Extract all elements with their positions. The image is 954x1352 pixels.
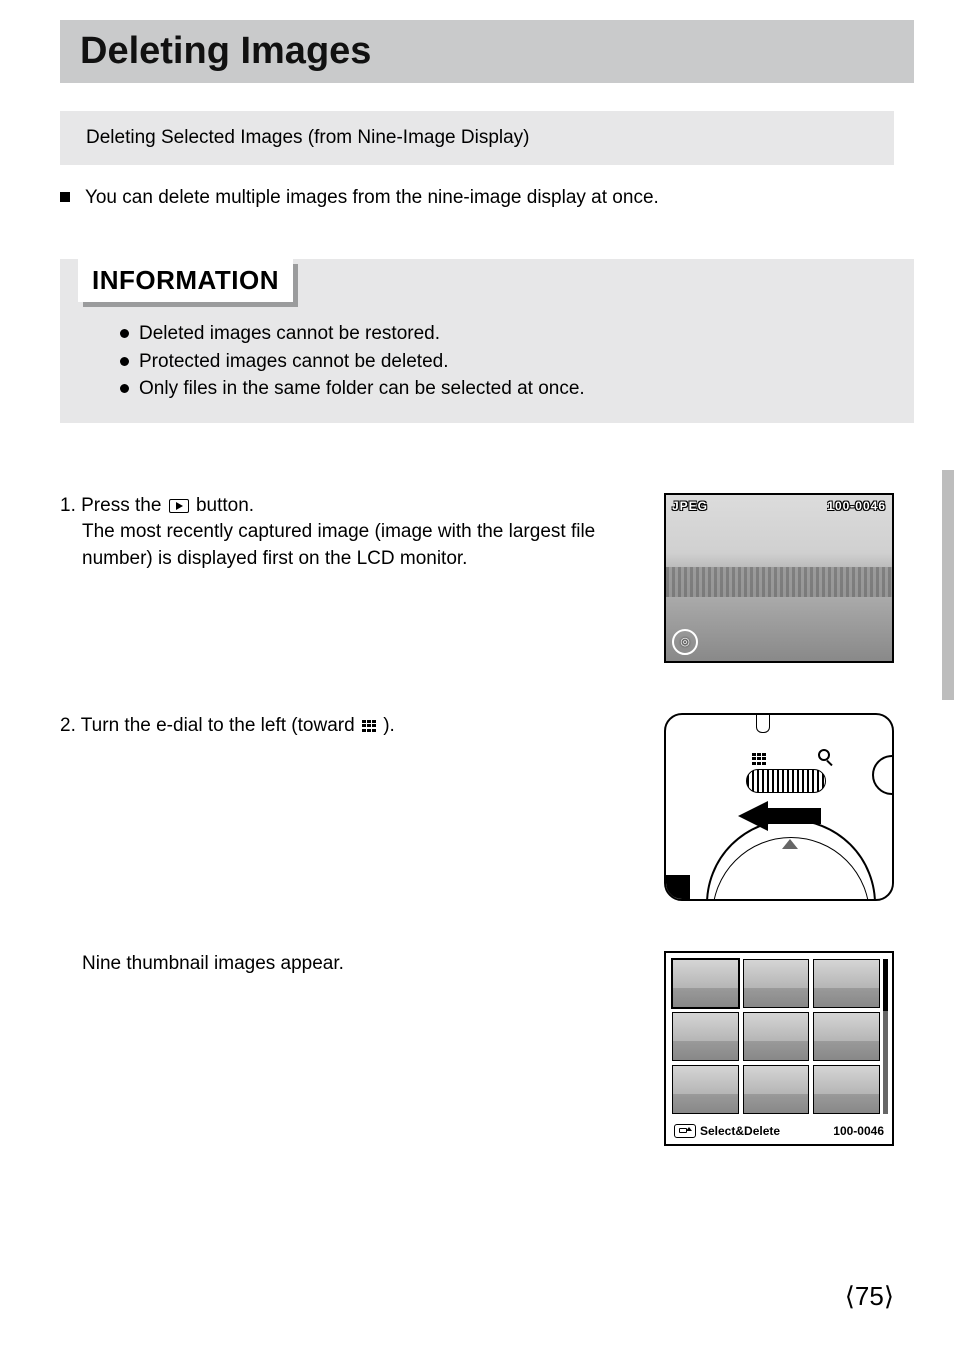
thumbnail-cell bbox=[672, 1012, 739, 1061]
nine-file-number: 100-0046 bbox=[833, 1124, 884, 1138]
trash-button-icon bbox=[674, 1124, 696, 1138]
thumbnail-cell bbox=[813, 959, 880, 1008]
step-2: 2. Turn the e-dial to the left (toward )… bbox=[60, 713, 894, 901]
lcd-preview: JPEG 100-0046 ◎ bbox=[664, 493, 894, 663]
thumbnail-cell bbox=[813, 1065, 880, 1114]
thumbnail-cell bbox=[813, 1012, 880, 1061]
information-heading-wrap: INFORMATION bbox=[78, 259, 293, 302]
step-2-figure bbox=[664, 713, 894, 901]
step-1-detail: The most recently captured image (image … bbox=[82, 519, 644, 572]
e-dial-wheel bbox=[746, 769, 826, 793]
playback-button-icon bbox=[169, 499, 189, 513]
bracket-right-icon: ⟩ bbox=[884, 1282, 894, 1311]
information-block: INFORMATION Deleted images cannot be res… bbox=[60, 259, 914, 423]
diagram-top-notch bbox=[756, 713, 770, 733]
section-subtitle: Deleting Selected Images (from Nine-Imag… bbox=[60, 111, 894, 165]
lcd-format-label: JPEG bbox=[672, 499, 708, 513]
intro-paragraph: You can delete multiple images from the … bbox=[60, 187, 894, 209]
step-2-text: 2. Turn the e-dial to the left (toward )… bbox=[60, 713, 664, 740]
thumbnail-cell-selected bbox=[672, 959, 739, 1008]
page-title-bar: Deleting Images bbox=[60, 20, 914, 83]
bullet-icon bbox=[120, 329, 129, 338]
thumbnail-cell bbox=[743, 1012, 810, 1061]
lcd-overlay: JPEG 100-0046 bbox=[672, 499, 886, 513]
step-1: 1. Press the button. The most recently c… bbox=[60, 493, 894, 663]
step-2b-text: Nine thumbnail images appear. bbox=[60, 951, 664, 978]
step-2b-detail: Nine thumbnail images appear. bbox=[82, 951, 644, 978]
step-2b-figure: Select&Delete 100-0046 bbox=[664, 951, 894, 1146]
photo-scene bbox=[666, 567, 892, 597]
round-button-outline bbox=[872, 755, 894, 795]
steps-area: 1. Press the button. The most recently c… bbox=[60, 493, 894, 1146]
bullet-icon bbox=[120, 384, 129, 393]
magnifier-icon bbox=[818, 749, 830, 761]
information-list: Deleted images cannot be restored. Prote… bbox=[120, 320, 914, 403]
intro-text: You can delete multiple images from the … bbox=[85, 187, 659, 208]
bullet-icon bbox=[120, 357, 129, 366]
page-number: ⟨75⟩ bbox=[845, 1281, 894, 1312]
page-title: Deleting Images bbox=[80, 30, 914, 73]
thumbnail-cell bbox=[743, 959, 810, 1008]
information-heading: INFORMATION bbox=[78, 259, 293, 302]
thumbnail-grid-icon bbox=[752, 753, 766, 765]
eye-icon: ◎ bbox=[672, 629, 698, 655]
info-item: Deleted images cannot be restored. bbox=[120, 320, 914, 348]
page-side-tab bbox=[942, 470, 954, 700]
thumbnail-grid-icon bbox=[362, 720, 376, 732]
nine-image-display: Select&Delete 100-0046 bbox=[664, 951, 894, 1146]
bracket-left-icon: ⟨ bbox=[845, 1282, 855, 1311]
thumbnail-cell bbox=[743, 1065, 810, 1114]
info-item: Only files in the same folder can be sel… bbox=[120, 375, 914, 403]
triangle-marker-icon bbox=[782, 839, 798, 849]
step-2b: Nine thumbnail images appear. bbox=[60, 951, 894, 1146]
e-dial-diagram bbox=[664, 713, 894, 901]
thumbnail-scrollbar bbox=[883, 959, 888, 1114]
manual-page: Deleting Images Deleting Selected Images… bbox=[0, 20, 954, 1352]
nine-image-footer: Select&Delete 100-0046 bbox=[674, 1124, 884, 1138]
info-item: Protected images cannot be deleted. bbox=[120, 348, 914, 376]
thumbnail-grid bbox=[672, 959, 880, 1114]
diagram-corner bbox=[664, 875, 690, 901]
step-1-figure: JPEG 100-0046 ◎ bbox=[664, 493, 894, 663]
step-1-text: 1. Press the button. The most recently c… bbox=[60, 493, 664, 573]
square-bullet-icon bbox=[60, 192, 70, 202]
thumbnail-cell bbox=[672, 1065, 739, 1114]
diagram-thumbnail-icon bbox=[750, 751, 768, 769]
select-delete-label: Select&Delete bbox=[674, 1124, 780, 1138]
lcd-file-number: 100-0046 bbox=[827, 499, 886, 513]
